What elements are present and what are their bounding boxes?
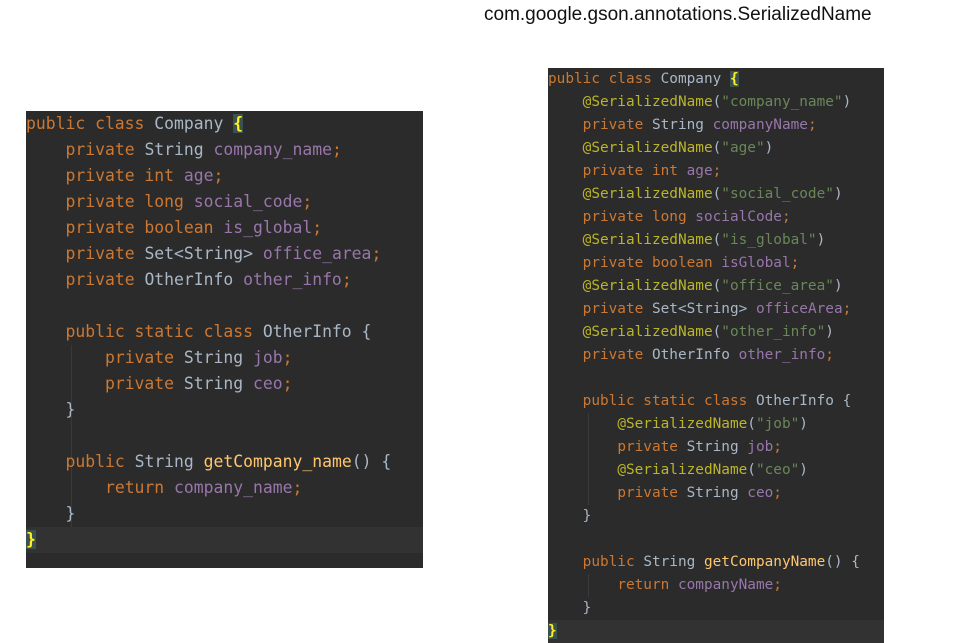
code-line: public class Company { xyxy=(26,114,244,133)
code-line: private boolean is_global; xyxy=(65,218,323,237)
code-line: private long socialCode; xyxy=(582,209,791,225)
code-line: private int age; xyxy=(582,163,722,179)
code-line: @SerializedName("other_info") xyxy=(582,324,834,340)
code-line: private String ceo; xyxy=(104,374,293,393)
current-code-line: } xyxy=(26,527,423,553)
code-line: public static class OtherInfo { xyxy=(582,393,852,409)
comparison-figure: com.google.gson.annotations.SerializedNa… xyxy=(0,0,959,643)
code-line: private String ceo; xyxy=(617,485,782,501)
code-line: @SerializedName("ceo") xyxy=(617,462,808,478)
code-line: private String job; xyxy=(617,439,782,455)
code-line: private boolean isGlobal; xyxy=(582,255,800,271)
current-code-line: } xyxy=(548,620,884,643)
code-line: private Set<String> office_area; xyxy=(65,244,382,263)
code-line: @SerializedName("social_code") xyxy=(582,186,843,202)
code-line: return companyName; xyxy=(617,577,782,593)
code-line: private OtherInfo other_info; xyxy=(65,270,352,289)
code-line: private OtherInfo other_info; xyxy=(582,347,834,363)
code-line: private String companyName; xyxy=(582,117,817,133)
annotation-caption: com.google.gson.annotations.SerializedNa… xyxy=(484,4,872,25)
code-line: public class Company { xyxy=(548,71,739,87)
code-line: @SerializedName("job") xyxy=(617,416,808,432)
code-line: @SerializedName("office_area") xyxy=(582,278,843,294)
code-line: public String getCompanyName() { xyxy=(582,554,860,570)
right-code-editor[interactable]: public class Company { @SerializedName("… xyxy=(548,68,884,643)
code-line: private long social_code; xyxy=(65,192,313,211)
code-line: private Set<String> officeArea; xyxy=(582,301,852,317)
code-line: return company_name; xyxy=(104,478,303,497)
code-line: @SerializedName("age") xyxy=(582,140,774,156)
code-line: private int age; xyxy=(65,166,224,185)
code-line: } xyxy=(582,600,592,616)
code-line: private String job; xyxy=(104,348,293,367)
code-line: @SerializedName("is_global") xyxy=(582,232,826,248)
code-line: private String company_name; xyxy=(65,140,342,159)
code-line: public String getCompany_name() { xyxy=(65,452,392,471)
code-line: } xyxy=(65,504,76,523)
code-line: } xyxy=(582,508,592,524)
code-line: } xyxy=(65,400,76,419)
code-line: public static class OtherInfo { xyxy=(65,322,372,341)
code-line: @SerializedName("company_name") xyxy=(582,94,852,110)
left-code-editor[interactable]: public class Company { private String co… xyxy=(26,111,423,568)
